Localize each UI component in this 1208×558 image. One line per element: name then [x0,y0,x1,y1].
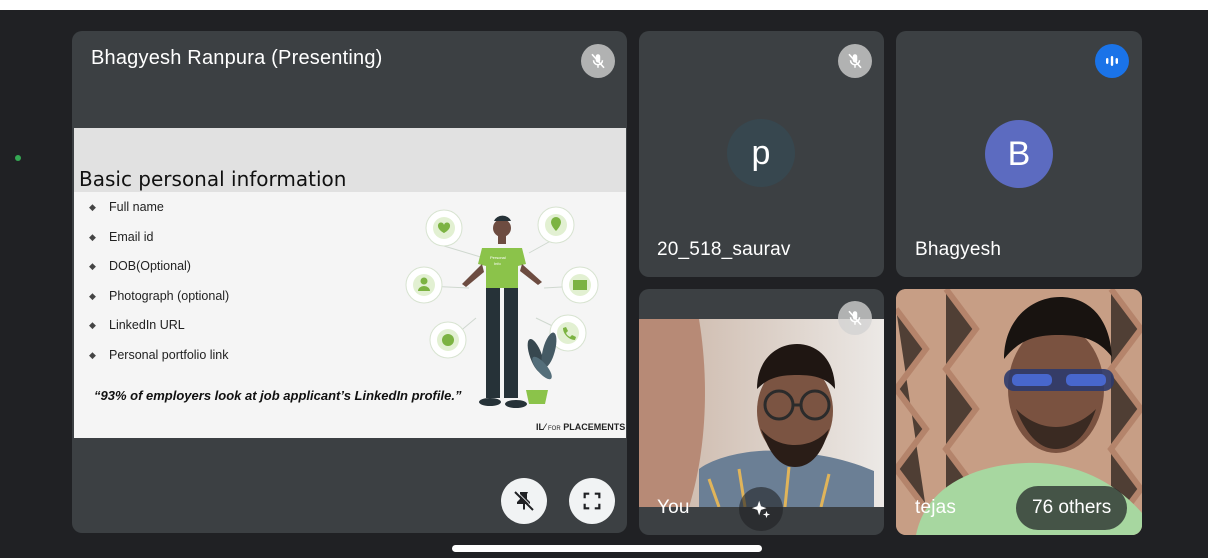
self-video-feed [639,319,884,507]
sparkle-effects-icon [751,500,771,519]
participant-name: 20_518_saurav [657,239,791,260]
participant-tile-you[interactable]: You [639,289,884,535]
effects-button[interactable] [739,487,783,531]
home-indicator[interactable] [452,545,762,552]
participant-name: tejas [915,497,957,518]
slide-quote: “93% of employers look at job applicant’… [94,388,462,403]
others-count-button[interactable]: 76 others [1016,486,1128,530]
shirt-text: Personal [490,255,506,260]
top-strip [0,0,1208,10]
participant-tile-saurav[interactable]: p 20_518_saurav [639,31,884,277]
fullscreen-icon [583,492,601,510]
brand-logo: IL⁄ FOR PLACEMENTS [536,422,626,432]
fullscreen-button[interactable] [569,478,615,524]
svg-text:Info: Info [494,261,501,266]
unpin-button[interactable] [501,478,547,524]
participant-tile-tejas[interactable]: tejas 76 others [896,289,1142,535]
participant-tile-bhagyesh[interactable]: B Bhagyesh [896,31,1142,277]
speaking-icon [1095,44,1129,78]
unpin-icon [514,490,535,511]
shared-slide: Basic personal information ◆ Full name ◆ E… [74,128,626,438]
avatar: B [985,120,1053,188]
mic-off-icon [581,44,615,78]
participant-name: Bhagyesh [915,239,1002,260]
mic-off-icon [838,301,872,335]
presenter-name: Bhagyesh Ranpura (Presenting) [91,47,383,69]
status-dot [15,155,21,161]
mic-off-icon [838,44,872,78]
participant-name: You [657,497,690,518]
avatar: p [727,119,795,187]
